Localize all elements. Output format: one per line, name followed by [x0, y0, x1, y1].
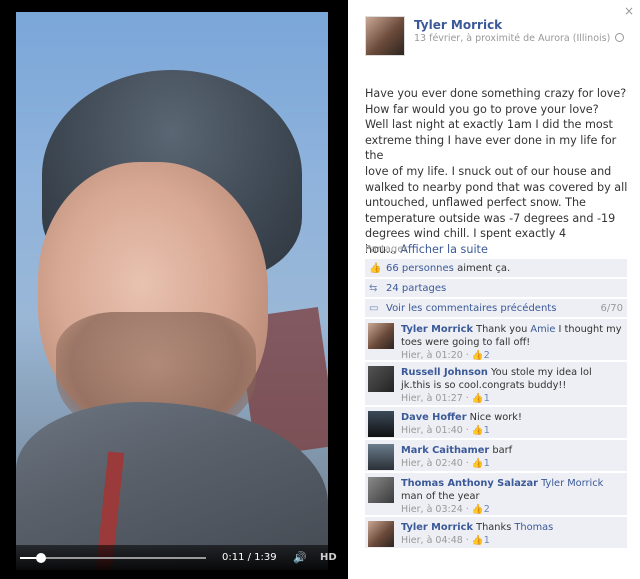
- post-line: walked to nearby pond that was covered b…: [365, 180, 628, 194]
- comment-meta: Hier, à 02:40 · 👍1: [401, 457, 623, 470]
- comment-meta: Hier, à 01:40 · 👍1: [401, 424, 623, 437]
- comment-text: Thanks: [476, 522, 515, 533]
- comment-avatar[interactable]: [368, 323, 394, 349]
- video-scrubber[interactable]: [20, 557, 206, 559]
- comment-body: Tyler Morrick Thanks Thomas Hier, à 04:4…: [401, 521, 623, 547]
- share-link[interactable]: Partager: [365, 244, 407, 255]
- post-line: How far would you go to prove your love?: [365, 102, 599, 116]
- likes-row: 👍 66 personnes aiment ça.: [365, 258, 627, 277]
- comment-author[interactable]: Thomas Anthony Salazar: [401, 478, 538, 489]
- previous-comments-row: ▭ Voir les commentaires précédents 6/70: [365, 298, 627, 317]
- post-date-location: 13 février, à proximité de Aurora (Illin…: [414, 33, 611, 44]
- comment-avatar[interactable]: [368, 411, 394, 437]
- shares-row: ⇆ 24 partages: [365, 278, 627, 297]
- likes-suffix: aiment ça.: [457, 263, 511, 274]
- post-line: Well last night at exactly 1am I did the…: [365, 118, 613, 132]
- post-text: Have you ever done something crazy for l…: [365, 86, 633, 258]
- comment: Tyler Morrick Thank you Amie I thought m…: [365, 318, 627, 362]
- comment-body: Tyler Morrick Thank you Amie I thought m…: [401, 323, 623, 362]
- comment-author[interactable]: Tyler Morrick: [401, 324, 473, 335]
- comment-avatar[interactable]: [368, 521, 394, 547]
- comment-time[interactable]: Hier, à 04:48 ·: [401, 535, 469, 546]
- post-panel: × Tyler Morrick 13 février, à proximité …: [348, 0, 640, 579]
- comment-text: man of the year: [401, 491, 480, 502]
- comment-time[interactable]: Hier, à 02:40 ·: [401, 458, 469, 469]
- comment-author[interactable]: Mark Caithamer: [401, 445, 489, 456]
- comment-avatar[interactable]: [368, 444, 394, 470]
- comment-like-count[interactable]: 1: [484, 458, 490, 469]
- likes-text: 66 personnes aiment ça.: [386, 263, 510, 274]
- post-line: untouched, unflawed perfect snow. The: [365, 196, 586, 210]
- video-scrubber-handle[interactable]: [36, 553, 46, 563]
- comment-avatar[interactable]: [368, 477, 394, 503]
- comment-like-count[interactable]: 1: [484, 535, 490, 546]
- comment-text: Thank you: [476, 324, 531, 335]
- comment-meta: Hier, à 03:24 · 👍2: [401, 503, 623, 516]
- share-icon: ⇆: [369, 283, 378, 294]
- comment: Mark Caithamer barf Hier, à 02:40 · 👍1: [365, 439, 627, 471]
- comment-like-count[interactable]: 2: [484, 350, 490, 361]
- thumbs-up-icon: 👍: [471, 535, 484, 546]
- post-meta: 13 février, à proximité de Aurora (Illin…: [414, 33, 625, 44]
- comment-like-count[interactable]: 2: [484, 504, 490, 515]
- thumbs-up-icon: 👍: [471, 504, 484, 515]
- comment-text: barf: [492, 445, 513, 456]
- globe-icon: [615, 33, 625, 42]
- comment-count: 6/70: [600, 303, 623, 314]
- comment: Dave Hoffer Nice work! Hier, à 01:40 · 👍…: [365, 406, 627, 438]
- post-line: extreme thing I have ever done in my lif…: [365, 133, 617, 163]
- comment-body: Thomas Anthony Salazar Tyler Morrick man…: [401, 477, 623, 516]
- thumbs-up-icon: 👍: [369, 263, 382, 274]
- comment-author[interactable]: Russell Johnson: [401, 367, 488, 378]
- view-previous-comments-link[interactable]: Voir les commentaires précédents: [386, 303, 556, 314]
- video-stage: 0:11 / 1:39 🔊 HD: [0, 0, 348, 579]
- thumbs-up-icon: 👍: [471, 393, 484, 404]
- thumbs-up-icon: 👍: [471, 458, 484, 469]
- video-time: 0:11 / 1:39: [222, 552, 277, 563]
- video-player[interactable]: [16, 12, 328, 570]
- comment-author[interactable]: Tyler Morrick: [401, 522, 473, 533]
- comment-like-count[interactable]: 1: [484, 425, 490, 436]
- comment-avatar[interactable]: [368, 366, 394, 392]
- comment-time[interactable]: Hier, à 01:27 ·: [401, 393, 469, 404]
- speaker-icon[interactable]: 🔊: [293, 551, 307, 564]
- author-avatar[interactable]: [365, 16, 405, 56]
- comment-meta: Hier, à 01:27 · 👍1: [401, 392, 623, 405]
- comment-mention[interactable]: Amie: [530, 324, 555, 335]
- thumbs-up-icon: 👍: [471, 350, 484, 361]
- post-line: Have you ever done something crazy for l…: [365, 87, 627, 100]
- comment: Thomas Anthony Salazar Tyler Morrick man…: [365, 472, 627, 515]
- post-line: love of my life. I snuck out of our hous…: [365, 164, 612, 178]
- comment-mention[interactable]: Tyler Morrick: [541, 478, 603, 489]
- thumbs-up-icon: 👍: [471, 425, 484, 436]
- close-icon[interactable]: ×: [624, 4, 634, 18]
- comment-author[interactable]: Dave Hoffer: [401, 412, 467, 423]
- comment-mention[interactable]: Thomas: [514, 522, 553, 533]
- post-line: temperature outside was -7 degrees and -…: [365, 211, 616, 225]
- video-controls: 0:11 / 1:39 🔊 HD: [16, 545, 346, 571]
- comment-body: Dave Hoffer Nice work! Hier, à 01:40 · 👍…: [401, 411, 623, 437]
- comment-body: Russell Johnson You stole my idea lol jk…: [401, 366, 623, 405]
- author-name[interactable]: Tyler Morrick: [414, 18, 502, 32]
- likes-count-link[interactable]: 66 personnes: [386, 263, 454, 274]
- shares-link[interactable]: 24 partages: [386, 283, 446, 294]
- comment-text: Nice work!: [469, 412, 522, 423]
- comment-time[interactable]: Hier, à 01:20 ·: [401, 350, 469, 361]
- comment-time[interactable]: Hier, à 03:24 ·: [401, 504, 469, 515]
- comment-meta: Hier, à 04:48 · 👍1: [401, 534, 623, 547]
- hd-toggle[interactable]: HD: [320, 552, 337, 563]
- comment-bubble-icon: ▭: [369, 303, 379, 314]
- comment-time[interactable]: Hier, à 01:40 ·: [401, 425, 469, 436]
- comment: Tyler Morrick Thanks Thomas Hier, à 04:4…: [365, 516, 627, 548]
- comment: Russell Johnson You stole my idea lol jk…: [365, 361, 627, 405]
- comment-body: Mark Caithamer barf Hier, à 02:40 · 👍1: [401, 444, 623, 470]
- post-line: degrees wind chill. I spent exactly 4: [365, 227, 567, 241]
- see-more-link[interactable]: Afficher la suite: [400, 243, 488, 256]
- comment-like-count[interactable]: 1: [484, 393, 490, 404]
